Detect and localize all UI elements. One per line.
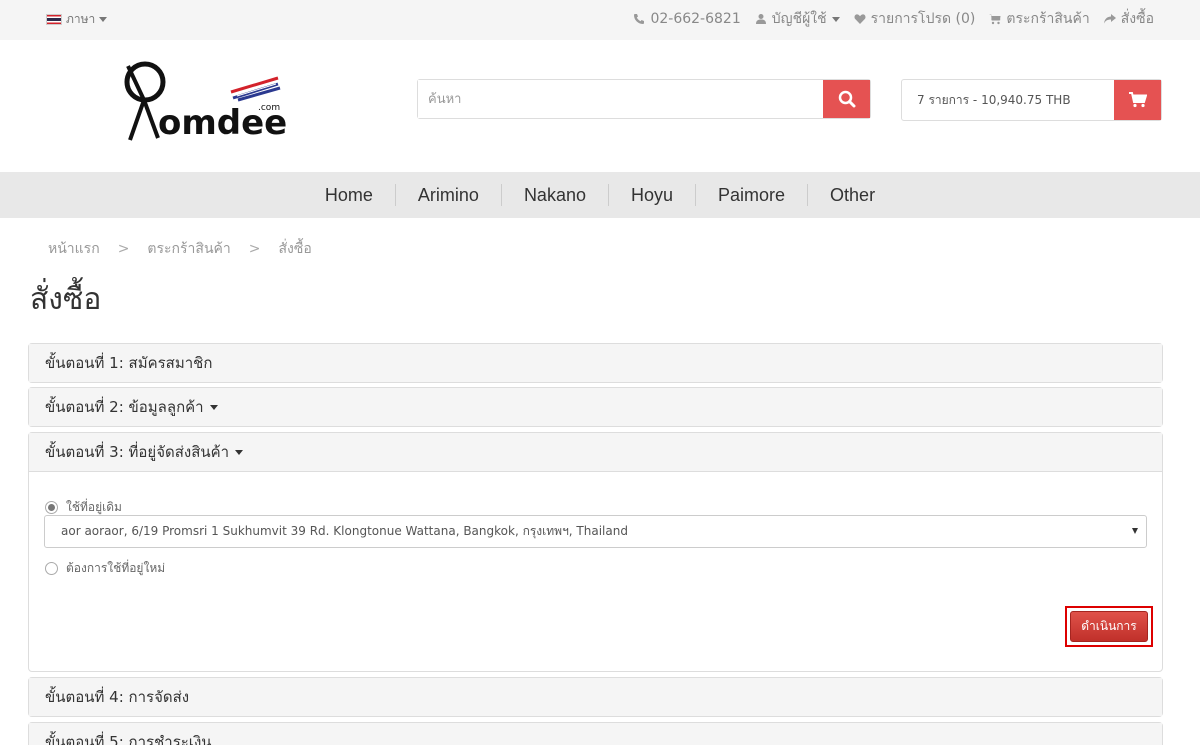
phone-icon — [634, 14, 645, 24]
step-2-title: ขั้นตอนที่ 2: ข้อมูลลูกค้า — [45, 398, 204, 416]
step-1-header[interactable]: ขั้นตอนที่ 1: สมัครสมาชิก — [29, 344, 1162, 382]
chevron-down-icon — [99, 17, 108, 22]
new-address-option[interactable]: ต้องการใช้ที่อยู่ใหม่ — [45, 559, 165, 578]
step-4-title: ขั้นตอนที่ 4: การจัดส่ง — [45, 688, 190, 706]
heart-icon — [854, 14, 866, 24]
nav-item-nakano[interactable]: Nakano — [500, 184, 608, 206]
step-1-title: ขั้นตอนที่ 1: สมัครสมาชิก — [45, 354, 213, 372]
wishlist-label: รายการโปรด (0) — [870, 11, 976, 27]
nav-item-hoyu[interactable]: Hoyu — [607, 184, 695, 206]
breadcrumb-separator-icon: > — [117, 241, 130, 257]
user-icon — [755, 14, 766, 24]
search-icon — [838, 90, 855, 108]
chevron-down-icon — [209, 404, 218, 410]
address-select[interactable]: aor aoraor, 6/19 Promsri 1 Sukhumvit 39 … — [44, 515, 1147, 548]
cart-summary: 7 รายการ - 10,940.75 THB — [917, 92, 1071, 107]
step-4-panel: ขั้นตอนที่ 4: การจัดส่ง — [28, 677, 1163, 717]
step-3-body: ใช้ที่อยู่เดิม aor aoraor, 6/19 Promsri … — [29, 471, 1162, 671]
step-3-header[interactable]: ขั้นตอนที่ 3: ที่อยู่จัดส่งสินค้า — [29, 433, 1162, 471]
checkout-label: สั่งซื้อ — [1120, 11, 1154, 27]
top-links: 02-662-6821 บัญชีผู้ใช้ รายการโปรด (0) ต… — [633, 8, 1154, 30]
selected-address: aor aoraor, 6/19 Promsri 1 Sukhumvit 39 … — [61, 524, 628, 538]
search-box — [417, 79, 871, 119]
nav-item-other[interactable]: Other — [807, 184, 897, 206]
cart-icon — [989, 14, 1001, 25]
breadcrumb: หน้าแรก > ตระกร้าสินค้า > สั่งซื้อ — [48, 238, 312, 260]
share-arrow-icon — [1103, 14, 1116, 24]
cart-widget[interactable]: 7 รายการ - 10,940.75 THB — [901, 79, 1162, 121]
cart-icon — [1128, 92, 1147, 108]
breadcrumb-home[interactable]: หน้าแรก — [48, 238, 100, 260]
account-menu[interactable]: บัญชีผู้ใช้ — [755, 8, 840, 30]
language-label: ภาษา — [66, 12, 96, 26]
logo[interactable]: .com omdee — [118, 58, 288, 144]
step-3-title: ขั้นตอนที่ 3: ที่อยู่จัดส่งสินค้า — [45, 443, 230, 461]
nav-item-paimore[interactable]: Paimore — [695, 184, 807, 206]
logo-text: omdee — [158, 103, 287, 143]
search-button[interactable] — [823, 80, 870, 118]
existing-address-radio[interactable] — [45, 501, 58, 514]
thai-flag-icon — [46, 14, 62, 25]
continue-button[interactable]: ดำเนินการ — [1070, 611, 1148, 642]
chevron-down-icon — [235, 449, 244, 455]
cart-button[interactable] — [1114, 80, 1161, 120]
step-5-header[interactable]: ขั้นตอนที่ 5: การชำระเงิน — [29, 723, 1162, 745]
chevron-down-icon — [831, 16, 840, 22]
account-label: บัญชีผู้ใช้ — [771, 11, 827, 27]
breadcrumb-checkout[interactable]: สั่งซื้อ — [279, 238, 312, 260]
step-2-panel: ขั้นตอนที่ 2: ข้อมูลลูกค้า — [28, 387, 1163, 427]
step-4-header[interactable]: ขั้นตอนที่ 4: การจัดส่ง — [29, 678, 1162, 716]
cart-label: ตระกร้าสินค้า — [1006, 11, 1090, 27]
phone-number: 02-662-6821 — [650, 11, 741, 27]
page-title: สั่งซื้อ — [30, 282, 102, 317]
nav-item-arimino[interactable]: Arimino — [394, 184, 501, 206]
top-bar: ภาษา 02-662-6821 บัญชีผู้ใช้ รายการโปรด … — [0, 0, 1200, 40]
breadcrumb-separator-icon: > — [248, 241, 261, 257]
step-3-panel: ขั้นตอนที่ 3: ที่อยู่จัดส่งสินค้า ใช้ที่… — [28, 432, 1163, 672]
checkout-link[interactable]: สั่งซื้อ — [1103, 8, 1154, 30]
step-5-panel: ขั้นตอนที่ 5: การชำระเงิน — [28, 722, 1163, 745]
new-address-radio[interactable] — [45, 562, 58, 575]
breadcrumb-cart[interactable]: ตระกร้าสินค้า — [147, 238, 230, 260]
continue-button-highlight: ดำเนินการ — [1065, 606, 1153, 647]
wishlist-link[interactable]: รายการโปรด (0) — [854, 8, 976, 30]
language-selector[interactable]: ภาษา — [46, 10, 108, 29]
dropdown-arrow-icon — [1132, 528, 1138, 534]
search-input[interactable] — [418, 80, 823, 118]
nav-item-home[interactable]: Home — [303, 184, 395, 206]
step-2-header[interactable]: ขั้นตอนที่ 2: ข้อมูลลูกค้า — [29, 388, 1162, 426]
step-1-panel: ขั้นตอนที่ 1: สมัครสมาชิก — [28, 343, 1163, 383]
phone-link[interactable]: 02-662-6821 — [633, 8, 741, 30]
main-nav: Home Arimino Nakano Hoyu Paimore Other — [0, 172, 1200, 218]
new-address-label: ต้องการใช้ที่อยู่ใหม่ — [66, 561, 166, 575]
cart-link[interactable]: ตระกร้าสินค้า — [989, 8, 1090, 30]
step-5-title: ขั้นตอนที่ 5: การชำระเงิน — [45, 733, 212, 745]
